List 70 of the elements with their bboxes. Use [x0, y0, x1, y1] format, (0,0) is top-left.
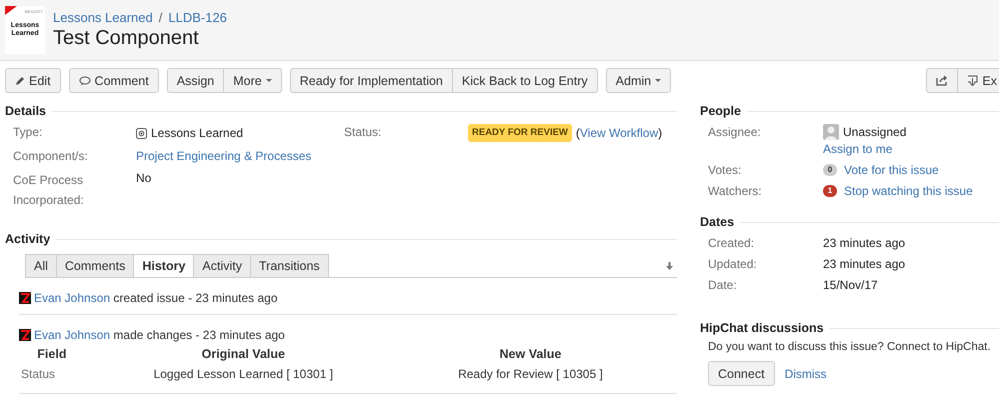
paren: ( [576, 125, 580, 141]
section-heading: Details [5, 104, 46, 118]
vote-link[interactable]: Vote for this issue [844, 162, 939, 178]
table-cell-text: Status [20, 366, 56, 383]
field-value: 23 minutes ago [823, 256, 906, 272]
avatar-icon [823, 124, 839, 140]
field-label: Created: [708, 235, 756, 251]
status-lozenge: READY FOR REVIEW [468, 124, 572, 142]
history-entry: Evan Johnson created issue - 23 minutes ago [34, 290, 278, 306]
issue-title: Test Component [53, 27, 200, 50]
section-heading: HipChat discussions [700, 321, 824, 335]
field-label: Watchers: [708, 183, 763, 199]
pencil-icon [15, 76, 25, 86]
hipchat-prompt: Do you want to discuss this issue? Connect to HipChat. [707, 341, 992, 353]
field-value: 15/Nov/17 [823, 277, 879, 293]
section-heading: Dates [700, 215, 734, 229]
field-value: 23 minutes ago [823, 235, 906, 251]
connect-button[interactable]: Connect [708, 361, 775, 386]
toolbar-button[interactable]: Kick Back to Log Entry [452, 68, 598, 93]
user-avatar-icon [19, 329, 31, 341]
field-label: Type: [13, 124, 44, 141]
field-label: Component/s: [13, 148, 89, 164]
table-cell-text: Logged Lesson Learned [ 10301 ] [152, 366, 334, 383]
activity-tab[interactable]: Transitions [250, 254, 329, 277]
user-link[interactable]: Evan Johnson [34, 291, 110, 305]
down-arrow-icon[interactable] [666, 262, 673, 270]
dismiss-link[interactable]: Dismiss [784, 366, 827, 382]
section-heading: People [700, 104, 741, 118]
field-label: Assignee: [708, 124, 762, 140]
breadcrumb-link[interactable]: Lessons Learned [53, 10, 153, 25]
field-value: Lessons Learned [136, 124, 344, 142]
column-header: Field [36, 346, 68, 363]
breadcrumb-separator: / [158, 10, 162, 25]
toolbar-button[interactable]: Admin [606, 68, 672, 93]
column-header: New Value [498, 346, 562, 363]
column-header: Original Value [200, 346, 286, 363]
section-heading: Activity [5, 232, 50, 246]
vote-count: 0 [823, 164, 837, 176]
toolbar-button[interactable]: Assign [166, 68, 224, 93]
activity-tab[interactable]: Comments [56, 254, 134, 277]
issue-type-icon [136, 128, 147, 138]
assign-to-me-link[interactable]: Assign to me [823, 141, 999, 157]
field-label: CoE Process Incorporated: [13, 172, 85, 209]
field-value: No [136, 170, 152, 187]
table-cell-text: Ready for Review [ 10305 ] [457, 366, 604, 383]
toolbar-button[interactable]: Ex [958, 68, 999, 93]
toolbar-button[interactable]: Comment [68, 68, 159, 93]
toolbar-button[interactable]: More [224, 68, 282, 93]
field-label: Updated: [708, 256, 758, 272]
activity-tab[interactable]: All [25, 254, 57, 277]
toolbar-button[interactable]: Ready for Implementation [290, 68, 453, 93]
field-label: Votes: [708, 162, 742, 178]
breadcrumb-link[interactable]: LLDB-126 [168, 10, 227, 25]
user-link[interactable]: Evan Johnson [34, 328, 110, 342]
user-avatar-icon [19, 292, 31, 304]
field-label: Date: [708, 277, 738, 293]
share-icon [936, 75, 948, 86]
activity-tab[interactable]: Activity [193, 254, 252, 277]
field-label: Status: [344, 124, 382, 141]
component-link[interactable]: Project Engineering & Processes [136, 148, 344, 164]
toolbar-button[interactable] [926, 68, 958, 93]
paren: ) [658, 125, 662, 141]
field-value: Unassigned [823, 124, 999, 140]
toolbar-button[interactable]: Edit [5, 68, 61, 93]
comment-icon [78, 76, 91, 86]
watch-link[interactable]: Stop watching this issue [844, 183, 973, 199]
view-workflow-link[interactable]: View Workflow [580, 125, 658, 141]
watcher-count: 1 [823, 185, 837, 197]
history-entry: Evan Johnson made changes - 23 minutes ago [34, 327, 285, 343]
download-icon [967, 75, 978, 86]
